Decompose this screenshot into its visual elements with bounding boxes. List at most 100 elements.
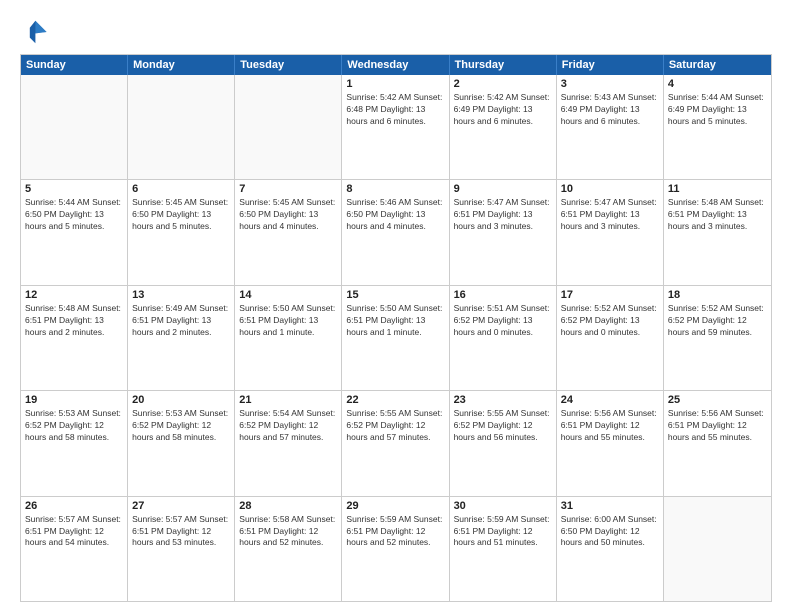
calendar-day-20: 20Sunrise: 5:53 AM Sunset: 6:52 PM Dayli… — [128, 391, 235, 495]
calendar-day-8: 8Sunrise: 5:46 AM Sunset: 6:50 PM Daylig… — [342, 180, 449, 284]
day-info: Sunrise: 5:56 AM Sunset: 6:51 PM Dayligh… — [668, 408, 767, 444]
calendar-day-29: 29 Sunrise: 5:59 AM Sunset: 6:51 PM Dayli… — [342, 497, 449, 601]
day-number: 27 — [132, 500, 230, 512]
day-info: Sunrise: 5:47 AM Sunset: 6:51 PM Dayligh… — [454, 197, 552, 233]
calendar: SundayMondayTuesdayWednesdayThursdayFrid… — [20, 54, 772, 602]
calendar-day-22: 22Sunrise: 5:55 AM Sunset: 6:52 PM Dayli… — [342, 391, 449, 495]
day-number: 26 — [25, 500, 123, 512]
day-info: Sunrise: 5:45 AM Sunset: 6:50 PM Dayligh… — [239, 197, 337, 233]
weekday-header-saturday: Saturday — [664, 55, 771, 75]
day-info: Sunrise: 5:55 AM Sunset: 6:52 PM Dayligh… — [346, 408, 444, 444]
calendar-row-2: 5 Sunrise: 5:44 AM Sunset: 6:50 PM Daylig… — [21, 179, 771, 284]
calendar-day-25: 25 Sunrise: 5:56 AM Sunset: 6:51 PM Dayli… — [664, 391, 771, 495]
calendar-day-1: 1 Sunrise: 5:42 AM Sunset: 6:48 PM Daylig… — [342, 75, 449, 179]
day-number: 11 — [668, 183, 767, 195]
calendar-day-3: 3Sunrise: 5:43 AM Sunset: 6:49 PM Daylig… — [557, 75, 664, 179]
day-number: 15 — [346, 289, 444, 301]
day-number: 17 — [561, 289, 659, 301]
calendar-day-9: 9Sunrise: 5:47 AM Sunset: 6:51 PM Daylig… — [450, 180, 557, 284]
calendar-day-5: 5 Sunrise: 5:44 AM Sunset: 6:50 PM Daylig… — [21, 180, 128, 284]
day-number: 13 — [132, 289, 230, 301]
calendar-day-4: 4 Sunrise: 5:44 AM Sunset: 6:49 PM Daylig… — [664, 75, 771, 179]
day-info: Sunrise: 5:55 AM Sunset: 6:52 PM Dayligh… — [454, 408, 552, 444]
weekday-header-tuesday: Tuesday — [235, 55, 342, 75]
day-info: Sunrise: 5:45 AM Sunset: 6:50 PM Dayligh… — [132, 197, 230, 233]
day-number: 28 — [239, 500, 337, 512]
calendar-day-26: 26 Sunrise: 5:57 AM Sunset: 6:51 PM Dayli… — [21, 497, 128, 601]
day-info: Sunrise: 5:47 AM Sunset: 6:51 PM Dayligh… — [561, 197, 659, 233]
day-info: Sunrise: 5:42 AM Sunset: 6:48 PM Dayligh… — [346, 92, 444, 128]
calendar-day-28: 28 Sunrise: 5:58 AM Sunset: 6:51 PM Dayli… — [235, 497, 342, 601]
logo — [20, 18, 52, 46]
day-info: Sunrise: 5:48 AM Sunset: 6:51 PM Dayligh… — [668, 197, 767, 233]
day-info: Sunrise: 5:59 AM Sunset: 6:51 PM Dayligh… — [346, 514, 444, 550]
calendar-row-1: 1 Sunrise: 5:42 AM Sunset: 6:48 PM Daylig… — [21, 75, 771, 179]
day-number: 29 — [346, 500, 444, 512]
day-number: 21 — [239, 394, 337, 406]
calendar-day-15: 15Sunrise: 5:50 AM Sunset: 6:51 PM Dayli… — [342, 286, 449, 390]
calendar-day-6: 6Sunrise: 5:45 AM Sunset: 6:50 PM Daylig… — [128, 180, 235, 284]
day-info: Sunrise: 5:49 AM Sunset: 6:51 PM Dayligh… — [132, 303, 230, 339]
calendar-day-14: 14 Sunrise: 5:50 AM Sunset: 6:51 PM Dayli… — [235, 286, 342, 390]
calendar-day-12: 12 Sunrise: 5:48 AM Sunset: 6:51 PM Dayli… — [21, 286, 128, 390]
day-info: Sunrise: 5:56 AM Sunset: 6:51 PM Dayligh… — [561, 408, 659, 444]
day-number: 5 — [25, 183, 123, 195]
calendar-day-19: 19 Sunrise: 5:53 AM Sunset: 6:52 PM Dayli… — [21, 391, 128, 495]
day-number: 30 — [454, 500, 552, 512]
day-info: Sunrise: 5:44 AM Sunset: 6:50 PM Dayligh… — [25, 197, 123, 233]
calendar-day-23: 23Sunrise: 5:55 AM Sunset: 6:52 PM Dayli… — [450, 391, 557, 495]
calendar-day-empty — [21, 75, 128, 179]
day-info: Sunrise: 5:51 AM Sunset: 6:52 PM Dayligh… — [454, 303, 552, 339]
day-info: Sunrise: 5:50 AM Sunset: 6:51 PM Dayligh… — [239, 303, 337, 339]
day-info: Sunrise: 5:46 AM Sunset: 6:50 PM Dayligh… — [346, 197, 444, 233]
day-number: 14 — [239, 289, 337, 301]
day-info: Sunrise: 5:42 AM Sunset: 6:49 PM Dayligh… — [454, 92, 552, 128]
day-number: 4 — [668, 78, 767, 90]
calendar-header: SundayMondayTuesdayWednesdayThursdayFrid… — [21, 55, 771, 75]
day-info: Sunrise: 5:54 AM Sunset: 6:52 PM Dayligh… — [239, 408, 337, 444]
day-info: Sunrise: 5:59 AM Sunset: 6:51 PM Dayligh… — [454, 514, 552, 550]
day-number: 18 — [668, 289, 767, 301]
calendar-day-21: 21 Sunrise: 5:54 AM Sunset: 6:52 PM Dayli… — [235, 391, 342, 495]
weekday-header-monday: Monday — [128, 55, 235, 75]
day-number: 20 — [132, 394, 230, 406]
calendar-day-2: 2 Sunrise: 5:42 AM Sunset: 6:49 PM Daylig… — [450, 75, 557, 179]
weekday-header-thursday: Thursday — [450, 55, 557, 75]
day-number: 19 — [25, 394, 123, 406]
day-info: Sunrise: 5:57 AM Sunset: 6:51 PM Dayligh… — [132, 514, 230, 550]
day-number: 10 — [561, 183, 659, 195]
day-number: 25 — [668, 394, 767, 406]
day-number: 12 — [25, 289, 123, 301]
day-info: Sunrise: 5:58 AM Sunset: 6:51 PM Dayligh… — [239, 514, 337, 550]
calendar-day-27: 27 Sunrise: 5:57 AM Sunset: 6:51 PM Dayli… — [128, 497, 235, 601]
day-number: 7 — [239, 183, 337, 195]
calendar-row-3: 12 Sunrise: 5:48 AM Sunset: 6:51 PM Dayli… — [21, 285, 771, 390]
calendar-day-13: 13 Sunrise: 5:49 AM Sunset: 6:51 PM Dayli… — [128, 286, 235, 390]
day-number: 2 — [454, 78, 552, 90]
weekday-header-wednesday: Wednesday — [342, 55, 449, 75]
calendar-day-empty — [235, 75, 342, 179]
calendar-row-4: 19 Sunrise: 5:53 AM Sunset: 6:52 PM Dayli… — [21, 390, 771, 495]
calendar-day-31: 31 Sunrise: 6:00 AM Sunset: 6:50 PM Dayli… — [557, 497, 664, 601]
day-info: Sunrise: 5:52 AM Sunset: 6:52 PM Dayligh… — [561, 303, 659, 339]
day-info: Sunrise: 5:57 AM Sunset: 6:51 PM Dayligh… — [25, 514, 123, 550]
calendar-day-30: 30 Sunrise: 5:59 AM Sunset: 6:51 PM Dayli… — [450, 497, 557, 601]
calendar-day-empty — [128, 75, 235, 179]
day-info: Sunrise: 5:52 AM Sunset: 6:52 PM Dayligh… — [668, 303, 767, 339]
day-info: Sunrise: 5:53 AM Sunset: 6:52 PM Dayligh… — [25, 408, 123, 444]
calendar-row-5: 26 Sunrise: 5:57 AM Sunset: 6:51 PM Dayli… — [21, 496, 771, 601]
calendar-day-7: 7 Sunrise: 5:45 AM Sunset: 6:50 PM Daylig… — [235, 180, 342, 284]
day-info: Sunrise: 5:43 AM Sunset: 6:49 PM Dayligh… — [561, 92, 659, 128]
calendar-day-empty — [664, 497, 771, 601]
calendar-day-16: 16 Sunrise: 5:51 AM Sunset: 6:52 PM Dayli… — [450, 286, 557, 390]
calendar-body: 1 Sunrise: 5:42 AM Sunset: 6:48 PM Daylig… — [21, 75, 771, 601]
day-number: 1 — [346, 78, 444, 90]
day-info: Sunrise: 5:44 AM Sunset: 6:49 PM Dayligh… — [668, 92, 767, 128]
day-info: Sunrise: 6:00 AM Sunset: 6:50 PM Dayligh… — [561, 514, 659, 550]
logo-icon — [20, 18, 48, 46]
calendar-day-17: 17 Sunrise: 5:52 AM Sunset: 6:52 PM Dayli… — [557, 286, 664, 390]
day-number: 16 — [454, 289, 552, 301]
day-number: 31 — [561, 500, 659, 512]
day-info: Sunrise: 5:48 AM Sunset: 6:51 PM Dayligh… — [25, 303, 123, 339]
calendar-day-11: 11 Sunrise: 5:48 AM Sunset: 6:51 PM Dayli… — [664, 180, 771, 284]
